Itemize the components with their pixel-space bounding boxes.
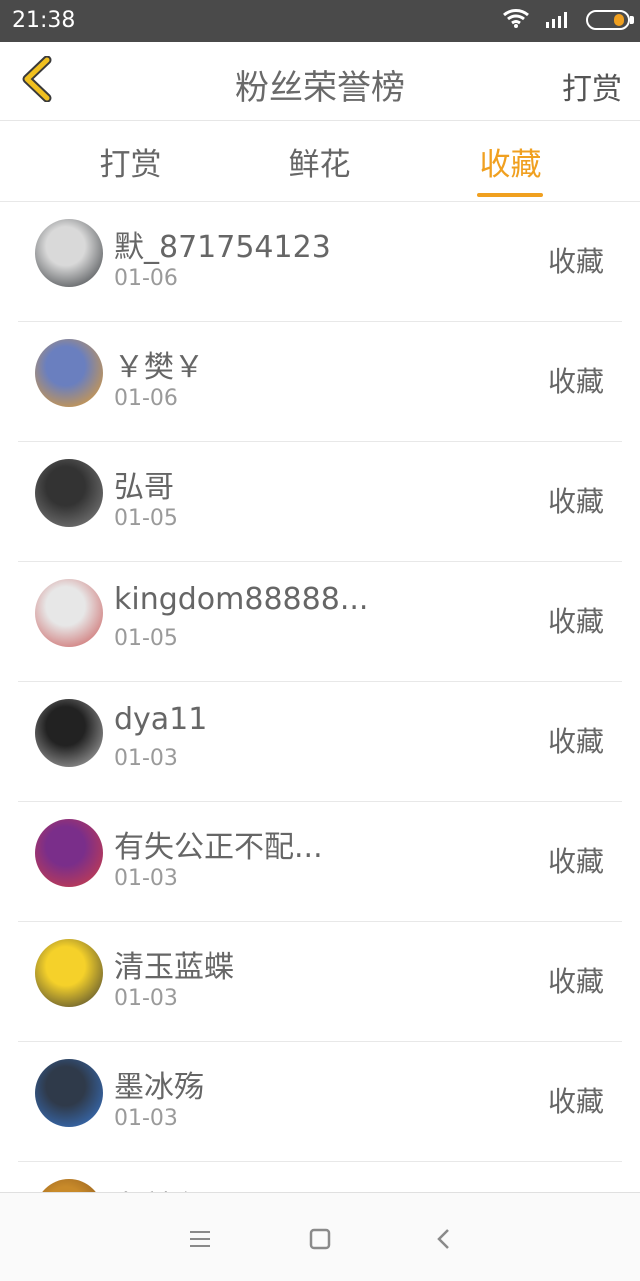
- avatar[interactable]: [35, 579, 103, 647]
- list-item[interactable]: 有失公正不配... 01-03 收藏: [18, 802, 622, 922]
- action-label: 收藏: [547, 965, 604, 998]
- action-label: 收藏: [547, 845, 604, 878]
- action-label: 收藏: [547, 725, 604, 758]
- header: 粉丝荣誉榜 打赏: [0, 42, 640, 121]
- date-text: 01-03: [114, 986, 178, 1011]
- tab-bar: 打赏 鲜花 收藏: [0, 121, 640, 202]
- date-text: 01-05: [114, 626, 178, 651]
- tab-collect[interactable]: 收藏: [404, 121, 617, 201]
- date-text: 01-03: [114, 1106, 178, 1131]
- battery-level: [614, 14, 624, 26]
- menu-icon[interactable]: [182, 1221, 218, 1257]
- avatar[interactable]: [35, 459, 103, 527]
- status-icons: [502, 8, 634, 32]
- action-label: 收藏: [547, 1085, 604, 1118]
- user-name: 有失公正不配...: [114, 830, 323, 865]
- user-name: 清玉蓝蝶: [114, 950, 234, 985]
- date-text: 01-05: [114, 506, 178, 531]
- tab-flowers[interactable]: 鲜花: [213, 121, 426, 201]
- avatar[interactable]: [35, 939, 103, 1007]
- action-label: 收藏: [547, 365, 604, 398]
- header-reward-button[interactable]: 打赏: [562, 64, 622, 108]
- page-title: 粉丝荣誉榜: [235, 68, 405, 108]
- active-tab-indicator: [477, 193, 543, 197]
- avatar[interactable]: [35, 1059, 103, 1127]
- list-item[interactable]: kingdom88888... 01-05 收藏: [18, 562, 622, 682]
- tab-reward[interactable]: 打赏: [24, 121, 237, 201]
- user-name: 墨冰殇: [114, 1070, 204, 1105]
- action-label: 收藏: [547, 485, 604, 518]
- action-label: 收藏: [547, 245, 604, 278]
- list-item[interactable]: ￥樊￥ 01-06 收藏: [18, 322, 622, 442]
- avatar[interactable]: [35, 339, 103, 407]
- system-nav-bar: [0, 1192, 640, 1281]
- status-time: 21:38: [12, 8, 76, 33]
- signal-icon: [544, 8, 572, 32]
- list-item[interactable]: 墨冰殇 01-03 收藏: [18, 1042, 622, 1162]
- list-item[interactable]: 清玉蓝蝶 01-03 收藏: [18, 922, 622, 1042]
- list-item[interactable]: 龙麟邂: [18, 1162, 622, 1192]
- avatar[interactable]: [35, 819, 103, 887]
- fan-list: 默_871754123 01-06 收藏 ￥樊￥ 01-06 收藏 弘哥 01-05 收藏 kin…: [18, 202, 622, 1192]
- status-bar: 21:38: [0, 0, 640, 42]
- date-text: 01-06: [114, 266, 178, 291]
- list-item[interactable]: dya11 01-03 收藏: [18, 682, 622, 802]
- user-name: 龙麟邂: [114, 1182, 204, 1192]
- date-text: 01-06: [114, 386, 178, 411]
- date-text: 01-03: [114, 746, 178, 771]
- date-text: 01-03: [114, 866, 178, 891]
- square-icon[interactable]: [302, 1221, 338, 1257]
- wifi-icon: [502, 8, 530, 32]
- avatar[interactable]: [35, 219, 103, 287]
- avatar[interactable]: [35, 699, 103, 767]
- user-name: ￥樊￥: [114, 350, 204, 385]
- action-label: 收藏: [547, 605, 604, 638]
- battery-icon: [586, 10, 634, 30]
- back-icon[interactable]: [426, 1221, 462, 1257]
- list-item[interactable]: 默_871754123 01-06 收藏: [18, 202, 622, 322]
- avatar[interactable]: [35, 1179, 103, 1192]
- user-name: kingdom88888...: [114, 582, 369, 617]
- list-item[interactable]: 弘哥 01-05 收藏: [18, 442, 622, 562]
- user-name: 默_871754123: [114, 230, 331, 265]
- user-name: dya11: [114, 702, 208, 737]
- user-name: 弘哥: [114, 470, 174, 505]
